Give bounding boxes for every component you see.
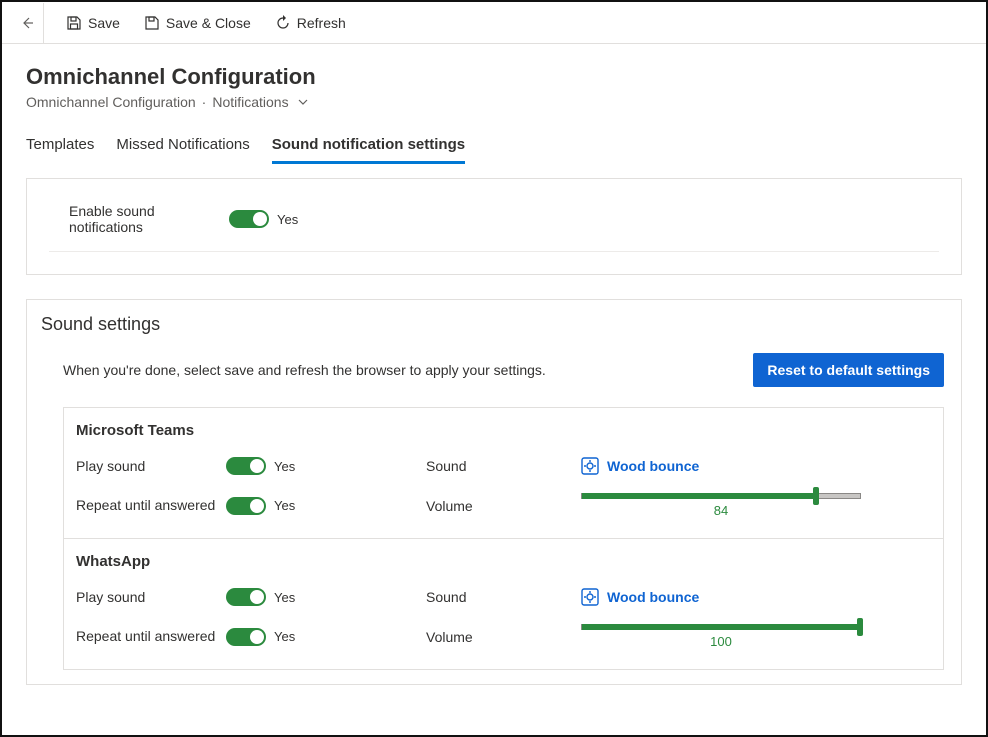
sound-field-label: Sound — [426, 458, 581, 474]
play-sound-label: Play sound — [76, 458, 226, 474]
save-label: Save — [88, 15, 120, 31]
volume-slider[interactable] — [581, 624, 861, 630]
play-sound-value: Yes — [274, 459, 295, 474]
tab-missed-notifications[interactable]: Missed Notifications — [116, 128, 249, 164]
play-sound-value: Yes — [274, 590, 295, 605]
channel-list: Microsoft Teams Play sound Yes Sound Woo… — [63, 407, 944, 670]
breadcrumb-separator: · — [202, 94, 207, 110]
sound-icon — [581, 588, 599, 606]
refresh-label: Refresh — [297, 15, 346, 31]
tab-templates[interactable]: Templates — [26, 128, 94, 164]
save-icon — [66, 15, 82, 31]
breadcrumb-leaf[interactable]: Notifications — [212, 94, 288, 110]
enable-sound-value: Yes — [277, 212, 298, 227]
save-close-button[interactable]: Save & Close — [134, 9, 261, 37]
channel-block: Microsoft Teams Play sound Yes Sound Woo… — [64, 408, 943, 538]
sound-settings-title: Sound settings — [41, 314, 947, 335]
volume-value: 84 — [581, 503, 861, 518]
reset-default-button[interactable]: Reset to default settings — [753, 353, 944, 387]
save-close-label: Save & Close — [166, 15, 251, 31]
tab-list: Templates Missed Notifications Sound not… — [26, 128, 962, 164]
enable-sound-toggle[interactable] — [229, 210, 269, 228]
refresh-button[interactable]: Refresh — [265, 9, 356, 37]
save-close-icon — [144, 15, 160, 31]
page-title: Omnichannel Configuration — [26, 64, 962, 90]
repeat-toggle[interactable] — [226, 628, 266, 646]
repeat-label: Repeat until answered — [76, 497, 226, 514]
volume-field-label: Volume — [426, 498, 581, 514]
sound-name: Wood bounce — [607, 458, 699, 474]
breadcrumb-root[interactable]: Omnichannel Configuration — [26, 94, 196, 110]
breadcrumb: Omnichannel Configuration · Notification… — [26, 94, 962, 110]
repeat-label: Repeat until answered — [76, 628, 226, 645]
repeat-value: Yes — [274, 498, 295, 513]
sound-selector[interactable]: Wood bounce — [581, 588, 699, 606]
sound-name: Wood bounce — [607, 589, 699, 605]
channel-block: WhatsApp Play sound Yes Sound Wood bounc… — [64, 538, 943, 669]
play-sound-label: Play sound — [76, 589, 226, 605]
tab-sound-notification-settings[interactable]: Sound notification settings — [272, 128, 465, 164]
sound-icon — [581, 457, 599, 475]
enable-sound-panel: Enable sound notifications Yes — [26, 178, 962, 275]
sound-selector[interactable]: Wood bounce — [581, 457, 699, 475]
volume-slider[interactable] — [581, 493, 861, 499]
repeat-value: Yes — [274, 629, 295, 644]
play-sound-toggle[interactable] — [226, 588, 266, 606]
chevron-down-icon[interactable] — [297, 96, 309, 108]
refresh-icon — [275, 15, 291, 31]
volume-value: 100 — [581, 634, 861, 649]
back-button[interactable] — [10, 3, 44, 43]
channel-name: Microsoft Teams — [76, 422, 931, 439]
command-bar: Save Save & Close Refresh — [2, 2, 986, 44]
volume-field-label: Volume — [426, 629, 581, 645]
sound-field-label: Sound — [426, 589, 581, 605]
save-button[interactable]: Save — [56, 9, 130, 37]
play-sound-toggle[interactable] — [226, 457, 266, 475]
channel-name: WhatsApp — [76, 553, 931, 570]
arrow-left-icon — [19, 15, 35, 31]
sound-settings-help: When you're done, select save and refres… — [63, 362, 546, 378]
sound-settings-panel: Sound settings When you're done, select … — [26, 299, 962, 685]
enable-sound-label: Enable sound notifications — [69, 203, 229, 235]
repeat-toggle[interactable] — [226, 497, 266, 515]
